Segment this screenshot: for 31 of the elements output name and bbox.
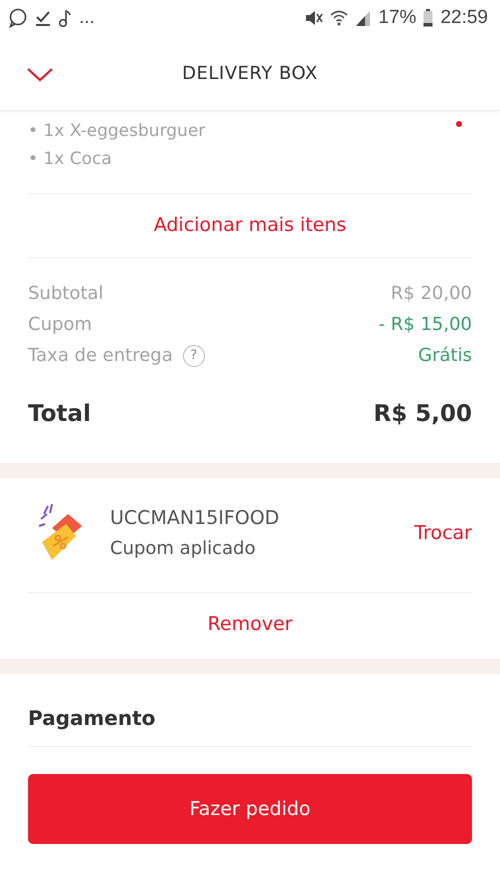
signal-icon bbox=[355, 10, 372, 26]
coupon-status: Cupom aplicado bbox=[110, 538, 256, 559]
more-notifications: ... bbox=[79, 7, 95, 29]
total-value: R$ 5,00 bbox=[374, 401, 472, 427]
order-subitem: • 1x Coca bbox=[28, 149, 113, 169]
remove-coupon-link[interactable]: Remover bbox=[208, 613, 292, 635]
clock-time: 22:59 bbox=[440, 7, 488, 29]
summary-label: Cupom bbox=[28, 314, 92, 335]
total-label: Total bbox=[28, 401, 91, 427]
page-title: DELIVERY BOX bbox=[182, 62, 318, 84]
change-coupon-link[interactable]: Trocar bbox=[414, 522, 472, 544]
mute-icon bbox=[305, 10, 324, 26]
summary-value: R$ 20,00 bbox=[390, 283, 472, 304]
battery-icon bbox=[423, 9, 434, 27]
summary-label: Taxa de entrega bbox=[28, 345, 173, 366]
summary-label: Subtotal bbox=[28, 283, 104, 304]
order-subitem: • 1x X-eggesburguer bbox=[28, 121, 206, 141]
payment-heading: Pagamento bbox=[28, 706, 156, 730]
download-icon bbox=[35, 9, 51, 27]
chat-icon bbox=[8, 8, 28, 28]
battery-percent: 17% bbox=[378, 7, 416, 29]
notification-dot bbox=[456, 121, 462, 127]
summary-value: - R$ 15,00 bbox=[378, 314, 472, 335]
coupon-code: UCCMAN15IFOOD bbox=[110, 507, 280, 529]
place-order-button[interactable]: Fazer pedido bbox=[28, 774, 472, 844]
summary-value: Grátis bbox=[418, 345, 472, 366]
collapse-chevron-icon[interactable] bbox=[27, 68, 53, 82]
add-more-items-link[interactable]: Adicionar mais itens bbox=[154, 214, 346, 236]
help-icon[interactable]: ? bbox=[182, 344, 205, 366]
wifi-icon bbox=[330, 10, 348, 26]
music-note-icon bbox=[58, 9, 72, 27]
